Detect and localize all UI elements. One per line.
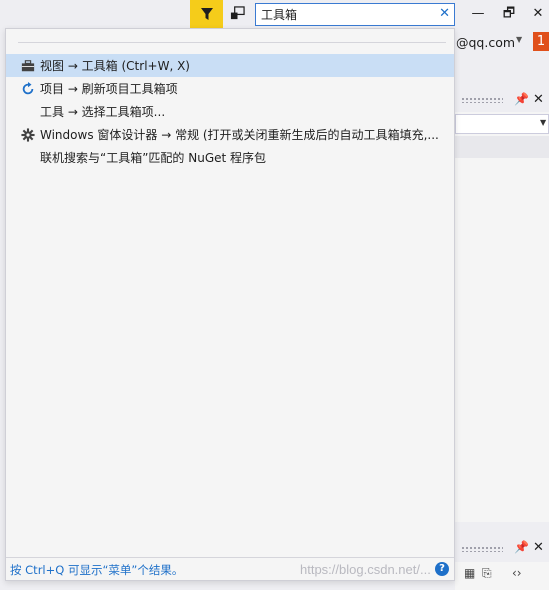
chevron-down-icon: ▼ — [540, 118, 547, 127]
gear-icon — [20, 127, 36, 143]
right-panel-dropdown[interactable] — [455, 114, 549, 134]
close-window-button[interactable]: ✕ — [524, 4, 549, 24]
copy-icon[interactable]: ⎘ — [482, 566, 492, 581]
pin-icon[interactable]: 📌 — [514, 92, 529, 106]
restore-button[interactable]: 🗗 — [495, 4, 523, 24]
blank-icon — [20, 104, 36, 120]
filter-button[interactable] — [190, 0, 223, 28]
blank-icon — [20, 150, 36, 166]
drag-grip-icon[interactable] — [461, 97, 503, 103]
watermark: https://blog.csdn.net/... — [300, 562, 431, 577]
result-text: 联机搜索与“工具箱”匹配的 NuGet 程序包 — [40, 151, 267, 165]
pin-icon[interactable]: 📌 — [514, 540, 529, 554]
quick-launch-results-popup: 视图 → 工具箱 (Ctrl+W, X) 项目 → 刷新项目工具箱项 工具 → … — [5, 28, 455, 581]
refresh-icon — [20, 81, 36, 97]
result-item[interactable]: Windows 窗体设计器 → 常规 (打开或关闭重新生成后的自动工具箱填充,.… — [6, 123, 454, 146]
minimize-button[interactable]: — — [464, 4, 492, 24]
feedback-button[interactable] — [226, 2, 248, 24]
help-icon[interactable]: ? — [435, 562, 449, 576]
notification-badge[interactable]: 1 — [533, 32, 549, 51]
divider — [18, 42, 446, 43]
result-item[interactable]: 视图 → 工具箱 (Ctrl+W, X) — [6, 54, 454, 77]
drag-grip-icon[interactable] — [461, 546, 503, 552]
result-text: 工具 → 选择工具箱项... — [40, 105, 166, 119]
feedback-icon — [230, 5, 245, 19]
toolbox-icon — [20, 58, 36, 74]
result-text: 项目 → 刷新项目工具箱项 — [40, 82, 178, 96]
result-item[interactable]: 工具 → 选择工具箱项... — [6, 100, 454, 123]
filter-icon — [200, 8, 213, 20]
chevron-down-icon[interactable]: ▼ — [516, 35, 522, 44]
right-panel-strip — [455, 136, 549, 158]
footer-hint[interactable]: 按 Ctrl+Q 可显示“菜单”个结果。 — [10, 562, 183, 578]
result-item[interactable]: 项目 → 刷新项目工具箱项 — [6, 77, 454, 100]
result-text: 视图 → 工具箱 (Ctrl+W, X) — [40, 59, 190, 73]
right-panel-body — [455, 112, 549, 522]
code-icon[interactable]: ‹› — [512, 566, 522, 580]
properties-icon[interactable]: ▦ — [464, 566, 475, 580]
result-item[interactable]: 联机搜索与“工具箱”匹配的 NuGet 程序包 — [6, 146, 454, 169]
search-input[interactable] — [261, 7, 431, 22]
close-icon[interactable]: ✕ — [439, 6, 450, 21]
account-email[interactable]: @qq.com — [456, 35, 515, 50]
panel-close-icon[interactable]: ✕ — [533, 540, 544, 555]
panel-close-icon[interactable]: ✕ — [533, 92, 544, 107]
result-text: Windows 窗体设计器 → 常规 (打开或关闭重新生成后的自动工具箱填充,.… — [40, 128, 439, 142]
quick-launch-search[interactable]: ✕ — [255, 3, 455, 26]
